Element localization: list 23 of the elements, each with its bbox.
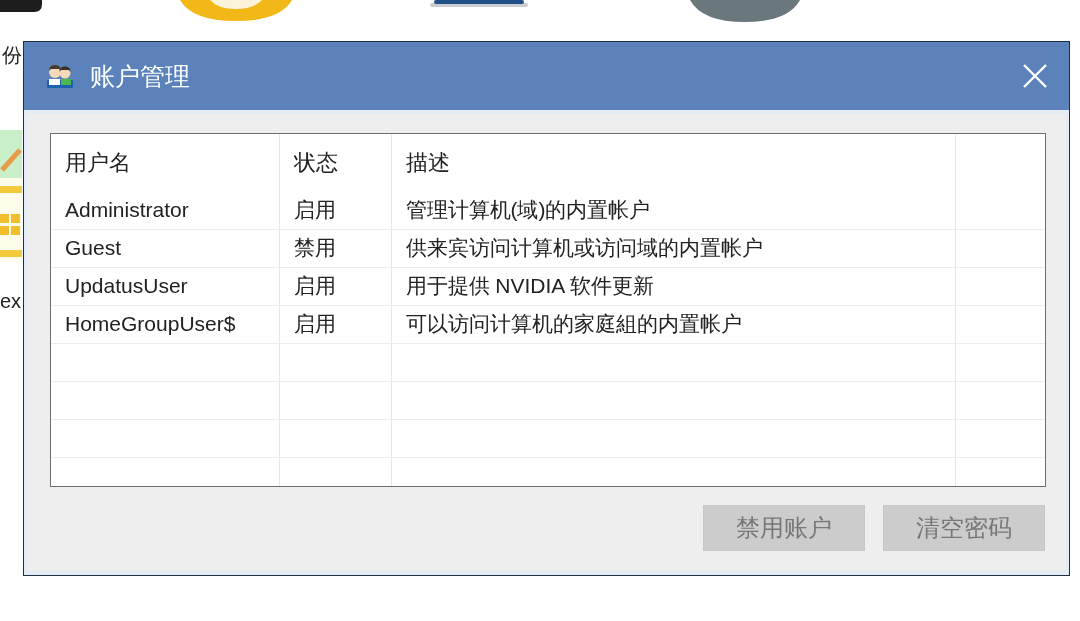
table-cell: 用于提供 NVIDIA 软件更新 — [405, 274, 655, 298]
desktop-shortcut-icon[interactable] — [0, 0, 42, 12]
table-cell: 供来宾访问计算机或访问域的内置帐户 — [405, 236, 763, 260]
table-cell: Administrator — [65, 198, 189, 221]
column-header[interactable]: 描述 — [405, 150, 450, 176]
window-title: 账户管理 — [90, 61, 190, 91]
close-button[interactable] — [1022, 63, 1048, 89]
column-header[interactable]: 用户名 — [65, 150, 131, 176]
table-cell: 启用 — [293, 312, 336, 336]
table-cell: UpdatusUser — [65, 274, 188, 298]
desktop-shortcut-icon[interactable] — [690, 0, 800, 22]
table-cell: 启用 — [293, 274, 336, 298]
table-cell: Guest — [65, 236, 122, 260]
column-header[interactable]: 状态 — [293, 150, 338, 176]
desktop-icon-label: 份 — [2, 43, 22, 67]
table-cell: 禁用 — [293, 236, 336, 260]
users-icon — [47, 64, 73, 88]
table-cell: HomeGroupUser$ — [65, 312, 236, 336]
table-cell: 启用 — [293, 198, 336, 221]
table-cell: 管理计算机(域)的内置帐户 — [405, 198, 651, 221]
table-cell: 可以访问计算机的家庭組的内置帐户 — [405, 312, 742, 336]
desktop-icon-label: ex — [0, 289, 22, 313]
desktop-shortcut-icon[interactable] — [430, 0, 528, 7]
